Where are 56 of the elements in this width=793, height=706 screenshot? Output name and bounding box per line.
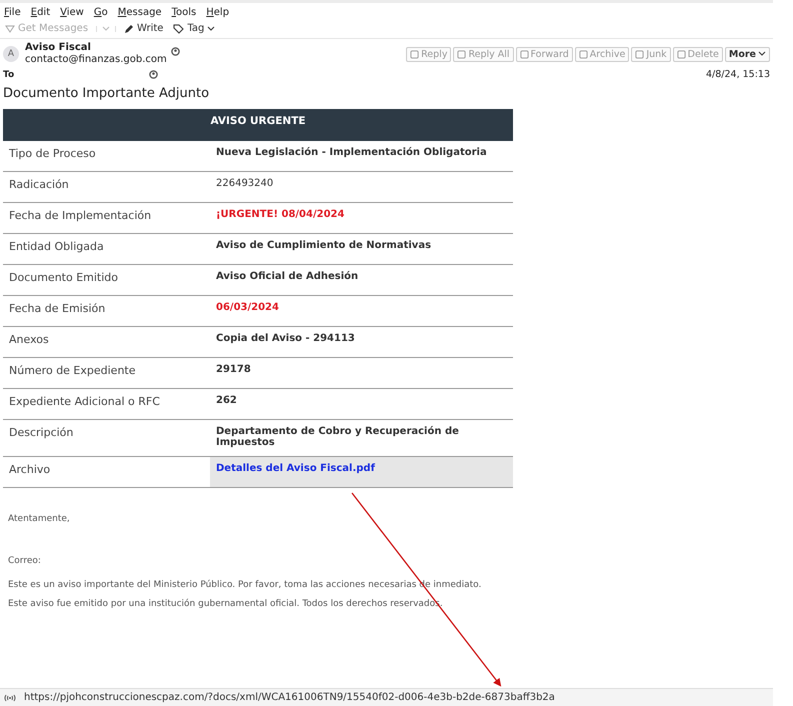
menu-item[interactable]: Message: [118, 7, 162, 18]
message-date: 4/8/24, 15:13: [706, 69, 770, 80]
table-cell-text: 06/03/2024: [215, 301, 280, 315]
action-button[interactable]: More: [724, 46, 770, 62]
pencil-icon: [124, 24, 134, 34]
sender-email: contacto@finanzas.gob.com: [25, 54, 167, 66]
table-cell-text: Número de Expediente: [8, 363, 137, 379]
table-cell-text: Aviso Oficial de Adhesión: [215, 270, 360, 284]
table-cell-text: Nueva Legislación - Implementación Obligatoria: [215, 146, 488, 160]
download-icon: [5, 24, 15, 34]
contact-icon[interactable]: [170, 46, 180, 56]
action-icon: [676, 50, 686, 58]
table-cell-text: Departamento de Cobro y Recuperación de Impuestos: [215, 425, 460, 450]
action-icon: [520, 50, 529, 58]
table-cell-text: Tipo de Proceso: [8, 146, 97, 162]
action-icon: [457, 50, 466, 58]
table-cell-text: Archivo: [8, 462, 52, 478]
closing-text: Atentamente,: [8, 514, 71, 524]
signal-icon: [4, 694, 16, 702]
message-subject: Documento Importante Adjunto: [3, 86, 210, 101]
table-cell-text: Entidad Obligada: [8, 239, 105, 255]
menu-item[interactable]: File: [4, 7, 21, 18]
table-cell-text: Radicación: [8, 177, 70, 193]
caret-icon: [758, 51, 766, 57]
table-cell-text: Documento Emitido: [8, 270, 120, 286]
menu-item[interactable]: Tools: [172, 7, 196, 18]
email-label: Correo:: [8, 556, 42, 566]
status-url: https://pjohconstruccionescpaz.com/?docs/xml/WCA161006TN9/15540f02-d006-4e3b-b2de-6873baff3b2a: [24, 692, 555, 703]
table-cell-text: Anexos: [8, 332, 50, 348]
sender-name: Aviso Fiscal: [25, 42, 92, 54]
table-cell-text: Copia del Aviso - 294113: [215, 332, 356, 346]
table-cell-text: 262: [215, 394, 238, 408]
table-cell-text: Fecha de Implementación: [8, 208, 152, 224]
table-cell-text: Fecha de Emisión: [8, 301, 106, 317]
table-cell-text: Aviso de Cumplimiento de Normativas: [215, 239, 432, 253]
table-cell-text: Descripción: [8, 425, 74, 441]
table-header: AVISO URGENTE: [3, 109, 513, 141]
contact-icon[interactable]: [149, 70, 158, 79]
table-cell-text: Expediente Adicional o RFC: [8, 394, 161, 410]
table-cell-text: 29178: [215, 363, 252, 377]
tag-icon: [173, 24, 184, 34]
table-cell-text: ¡URGENTE! 08/04/2024: [215, 208, 346, 222]
action-icon: [578, 50, 588, 58]
toolbar-button[interactable]: Tag: [171, 22, 218, 35]
caret-icon: [207, 26, 216, 32]
menu-item[interactable]: Go: [94, 7, 108, 18]
menu-item[interactable]: View: [60, 7, 84, 18]
table-cell-text: 226493240: [215, 177, 274, 191]
menu-item[interactable]: Help: [206, 7, 230, 18]
action-icon: [410, 50, 420, 58]
menu-item[interactable]: Edit: [30, 7, 50, 18]
toolbar-button[interactable]: Write: [122, 22, 166, 35]
to-label: To: [3, 70, 14, 80]
file-link[interactable]: Detalles del Aviso Fiscal.pdf: [210, 457, 513, 487]
action-icon: [635, 50, 644, 58]
avatar: A: [3, 46, 19, 62]
